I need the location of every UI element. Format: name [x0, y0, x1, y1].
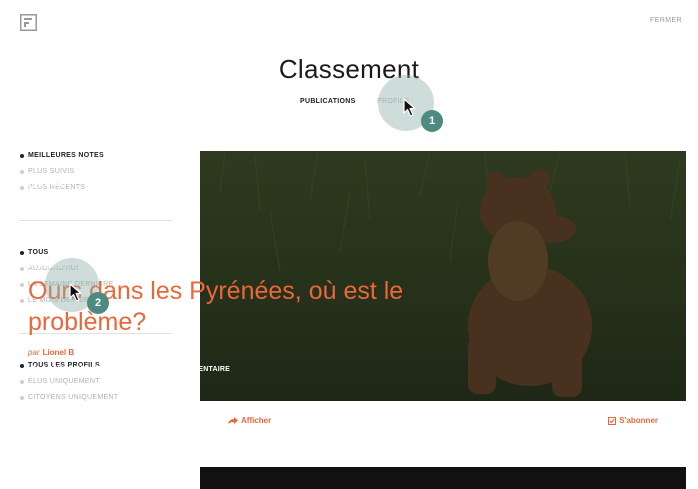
mouse-pointer-icon [403, 98, 416, 117]
app-logo-icon[interactable] [20, 14, 37, 31]
filter-elected-only[interactable]: ÉLUS UNIQUEMENT [20, 377, 118, 393]
mouse-pointer-icon [69, 283, 82, 302]
step-badge: 2 [87, 292, 109, 314]
comments-count: AUCUN COMMENTAIRE [134, 365, 230, 373]
show-button[interactable]: Afficher [228, 416, 271, 425]
subscribe-button[interactable]: S'abonner [608, 416, 658, 425]
comment-icon [134, 365, 143, 373]
read-time-label: 1 MINUTE [39, 180, 72, 188]
share-arrow-icon [228, 416, 238, 424]
comments-label: AUCUN COMMENTAIRE [147, 365, 230, 373]
author-link[interactable]: Lionel B [43, 348, 75, 357]
close-link[interactable]: FERMER [650, 17, 682, 24]
page-title: Classement [278, 54, 420, 84]
filter-citizens-only[interactable]: CITOYENS UNIQUEMENT [20, 393, 118, 409]
step-badge: 1 [421, 110, 443, 132]
checkbox-icon [608, 416, 617, 425]
sort-filter-group: MEILLEURES NOTES PLUS SUIVIS PLUS RÉCENT… [20, 151, 104, 199]
read-time: 1 MINUTE [28, 180, 72, 188]
tab-publications[interactable]: PUBLICATIONS [300, 98, 356, 105]
reaction-icon [31, 365, 37, 374]
show-label: Afficher [241, 416, 272, 425]
card-author: par Lionel B [28, 348, 74, 357]
filter-best-rated[interactable]: MEILLEURES NOTES [20, 151, 104, 167]
count-b-value: 0 [44, 194, 49, 201]
plus-square-icon [34, 194, 42, 201]
count-b-repeat: 0 [61, 194, 66, 201]
divider [19, 220, 172, 221]
card-counts: 0 0 0 [28, 194, 66, 201]
stopwatch-icon [28, 180, 36, 188]
author-prefix: par [28, 348, 40, 357]
subscribe-label: S'abonner [619, 416, 658, 425]
reactions-label: AUCUNE RÉACTION [42, 366, 114, 373]
reactions-count: AUCUNE RÉACTION [30, 365, 113, 374]
count-a-value: 0 [28, 194, 32, 201]
publication-card-next[interactable] [200, 467, 686, 489]
minus-square-icon [51, 194, 59, 201]
